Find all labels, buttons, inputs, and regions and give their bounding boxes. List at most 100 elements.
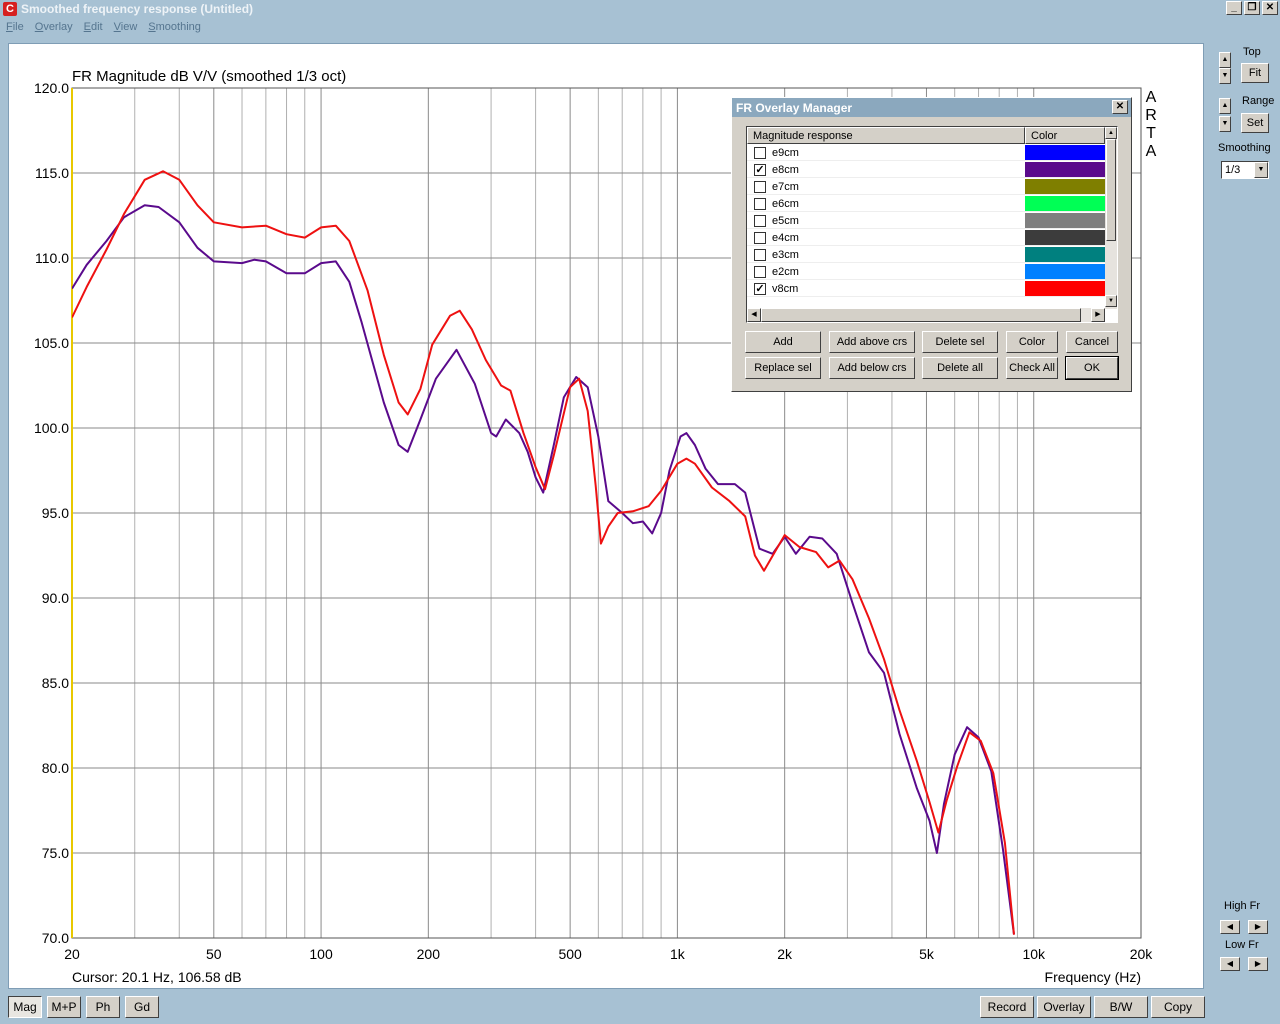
menu-overlay[interactable]: Overlay <box>29 19 78 37</box>
close-button[interactable]: ✕ <box>1262 1 1278 15</box>
color-button[interactable]: Color <box>1006 331 1058 353</box>
copy-button-label: Copy <box>1163 1000 1192 1014</box>
y-tick-label: 75.0 <box>42 845 69 861</box>
window-title: Smoothed frequency response (Untitled) <box>21 2 254 16</box>
overlay-row-e5cm[interactable]: e5cm <box>747 212 1105 229</box>
overlay-row-e9cm[interactable]: e9cm <box>747 144 1105 161</box>
overlay-checkbox[interactable] <box>754 198 766 210</box>
y-tick-label: 105.0 <box>34 335 69 351</box>
ok-button[interactable]: OK <box>1065 356 1119 380</box>
x-axis-label: Frequency (Hz) <box>1045 969 1141 985</box>
overlay-row-e7cm[interactable]: e7cm <box>747 178 1105 195</box>
high-fr-left-arrow-icon[interactable]: ◀ <box>1220 920 1240 934</box>
copy-button[interactable]: Copy <box>1151 996 1205 1018</box>
add-button[interactable]: Add <box>745 331 821 353</box>
scroll-down-icon[interactable]: ▼ <box>1105 295 1117 307</box>
overlay-checkbox[interactable] <box>754 215 766 227</box>
scroll-left-icon[interactable]: ◀ <box>747 308 761 322</box>
menu-file[interactable]: File <box>0 19 29 37</box>
title-bar: C Smoothed frequency response (Untitled)… <box>0 0 1280 18</box>
color-swatch[interactable] <box>1025 179 1105 194</box>
overlay-checkbox[interactable] <box>754 266 766 278</box>
overlay-checkbox[interactable] <box>754 232 766 244</box>
top-up-arrow-icon[interactable]: ▲ <box>1219 52 1231 68</box>
mag-button[interactable]: Mag <box>8 996 42 1018</box>
overlay-name: v8cm <box>772 283 799 295</box>
color-swatch[interactable] <box>1025 264 1105 279</box>
overlay-list[interactable]: Magnitude response Color e9cm ✓ e8cm e7cm e6… <box>746 126 1118 323</box>
overlay-name: e2cm <box>772 266 799 278</box>
overlay-button[interactable]: Overlay <box>1037 996 1091 1018</box>
top-down-arrow-icon[interactable]: ▼ <box>1219 68 1231 84</box>
overlay-row-e8cm[interactable]: ✓ e8cm <box>747 161 1105 178</box>
overlay-name: e5cm <box>772 215 799 227</box>
overlay-row-e6cm[interactable]: e6cm <box>747 195 1105 212</box>
overlay-row-e3cm[interactable]: e3cm <box>747 246 1105 263</box>
overlay-checkbox[interactable]: ✓ <box>754 164 766 176</box>
vertical-scrollbar[interactable]: ▲ ▼ <box>1105 127 1117 309</box>
gd-button[interactable]: Gd <box>125 996 159 1018</box>
list-header: Magnitude response Color <box>747 127 1105 144</box>
color-swatch[interactable] <box>1025 247 1105 262</box>
delete-sel-button[interactable]: Delete sel <box>922 331 998 353</box>
app-icon[interactable]: C <box>3 2 17 16</box>
record-button[interactable]: Record <box>980 996 1034 1018</box>
scroll-thumb[interactable] <box>1106 139 1116 241</box>
mag-button-label: Mag <box>13 1000 37 1014</box>
hscroll-thumb[interactable] <box>761 308 1081 322</box>
overlay-checkbox[interactable] <box>754 249 766 261</box>
y-tick-label: 70.0 <box>42 930 69 946</box>
overlay-row-v8cm[interactable]: ✓ v8cm <box>747 280 1105 297</box>
bw-button[interactable]: B/W <box>1094 996 1148 1018</box>
color-swatch[interactable] <box>1025 213 1105 228</box>
color-swatch[interactable] <box>1025 196 1105 211</box>
cancel-button[interactable]: Cancel <box>1066 331 1118 353</box>
check-all-button[interactable]: Check All <box>1006 357 1058 379</box>
add-above-crs-button[interactable]: Add above crs <box>829 331 915 353</box>
arta-logo-letter: R <box>1145 107 1157 124</box>
scroll-up-icon[interactable]: ▲ <box>1105 127 1117 139</box>
maximize-button[interactable]: ❐ <box>1244 1 1260 15</box>
range-down-arrow-icon[interactable]: ▼ <box>1219 116 1231 132</box>
fit-button[interactable]: Fit <box>1241 63 1269 83</box>
color-swatch[interactable] <box>1025 281 1105 296</box>
col-color[interactable]: Color <box>1025 127 1105 144</box>
overlay-row-e2cm[interactable]: e2cm <box>747 263 1105 280</box>
overlay-checkbox[interactable]: ✓ <box>754 283 766 295</box>
overlay-row-e4cm[interactable]: e4cm <box>747 229 1105 246</box>
add-below-crs-button[interactable]: Add below crs <box>829 357 915 379</box>
low-fr-left-arrow-icon[interactable]: ◀ <box>1220 957 1240 971</box>
overlay-checkbox[interactable] <box>754 147 766 159</box>
gd-button-label: Gd <box>133 1000 150 1014</box>
chevron-down-icon[interactable]: ▼ <box>1254 162 1268 178</box>
dialog-close-icon[interactable]: ✕ <box>1112 100 1128 114</box>
arta-logo-letter: A <box>1146 143 1157 160</box>
top-label: Top <box>1243 46 1261 58</box>
menu-smoothing[interactable]: Smoothing <box>142 19 206 37</box>
minimize-button[interactable]: _ <box>1226 1 1242 15</box>
set-button[interactable]: Set <box>1241 113 1269 133</box>
high-fr-right-arrow-icon[interactable]: ▶ <box>1248 920 1268 934</box>
overlay-checkbox[interactable] <box>754 181 766 193</box>
color-swatch[interactable] <box>1025 162 1105 177</box>
color-swatch[interactable] <box>1025 145 1105 160</box>
scroll-right-icon[interactable]: ▶ <box>1091 308 1105 322</box>
overlay-name: e8cm <box>772 164 799 176</box>
range-up-arrow-icon[interactable]: ▲ <box>1219 98 1231 114</box>
x-tick-label: 1k <box>670 946 686 962</box>
low-fr-right-arrow-icon[interactable]: ▶ <box>1248 957 1268 971</box>
y-tick-label: 80.0 <box>42 760 69 776</box>
delete-all-button[interactable]: Delete all <box>922 357 998 379</box>
col-magnitude-response[interactable]: Magnitude response <box>747 127 1025 144</box>
menu-edit[interactable]: Edit <box>78 19 108 37</box>
replace-sel-button[interactable]: Replace sel <box>745 357 821 379</box>
mp-button[interactable]: M+P <box>47 996 81 1018</box>
menu-view[interactable]: View <box>108 19 143 37</box>
ph-button[interactable]: Ph <box>86 996 120 1018</box>
color-swatch[interactable] <box>1025 230 1105 245</box>
smoothing-select[interactable]: 1/3 ▼ <box>1221 161 1269 179</box>
arta-logo-letter: A <box>1146 89 1157 106</box>
y-tick-label: 120.0 <box>34 80 69 96</box>
overlay-name: e9cm <box>772 147 799 159</box>
horizontal-scrollbar[interactable]: ◀ ▶ <box>747 308 1105 322</box>
